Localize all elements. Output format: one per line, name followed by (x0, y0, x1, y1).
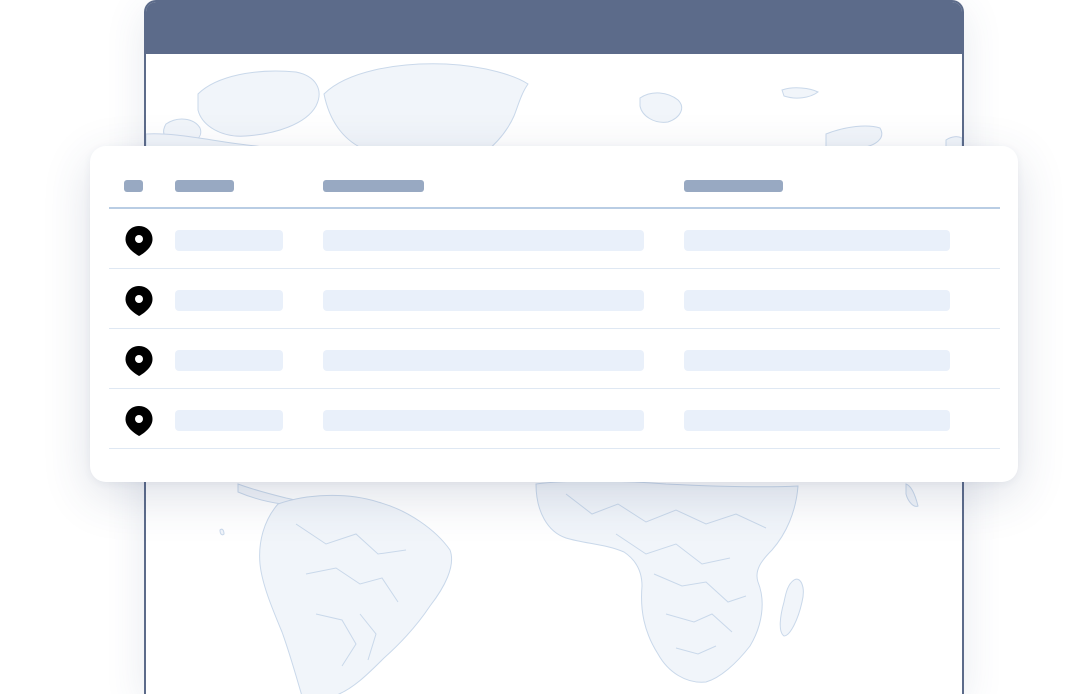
column-header-placeholder-3 (684, 180, 783, 192)
cell-placeholder-3 (684, 350, 950, 371)
cell-placeholder-3 (684, 410, 950, 431)
cell-placeholder-3 (684, 230, 950, 251)
table-row[interactable] (109, 329, 1000, 389)
column-header-placeholder-icon (124, 180, 143, 192)
cell-placeholder-2 (323, 290, 644, 311)
illustration (0, 0, 1080, 694)
cell-placeholder-1 (175, 410, 283, 431)
map-land-madagascar (779, 578, 804, 637)
cell-placeholder-1 (175, 290, 283, 311)
cell-placeholder-3 (684, 290, 950, 311)
table-row[interactable] (109, 389, 1000, 449)
map-land-arctic-islands (197, 70, 320, 137)
cell-placeholder-2 (323, 230, 644, 251)
map-land-russia-top (825, 125, 883, 149)
locations-table-card (90, 146, 1018, 482)
locations-table (109, 146, 1000, 449)
map-pin-icon (125, 406, 153, 436)
cell-placeholder-1 (175, 350, 283, 371)
cell-placeholder-1 (175, 230, 283, 251)
window-title-bar (146, 2, 962, 54)
map-land-africa (535, 480, 799, 683)
map-pin-icon (125, 226, 153, 256)
cell-placeholder-2 (323, 350, 644, 371)
map-pin-icon (125, 346, 153, 376)
map-land-island-small (219, 528, 225, 536)
table-row[interactable] (109, 269, 1000, 329)
map-land-island-east (905, 483, 919, 507)
table-row[interactable] (109, 209, 1000, 269)
map-land-siberia-islands (781, 87, 819, 99)
map-land-south-america (259, 494, 453, 694)
map-land-svalbard (639, 92, 683, 123)
table-header (109, 146, 1000, 209)
map-pin-icon (125, 286, 153, 316)
cell-placeholder-2 (323, 410, 644, 431)
column-header-placeholder-2 (323, 180, 424, 192)
column-header-placeholder-1 (175, 180, 234, 192)
